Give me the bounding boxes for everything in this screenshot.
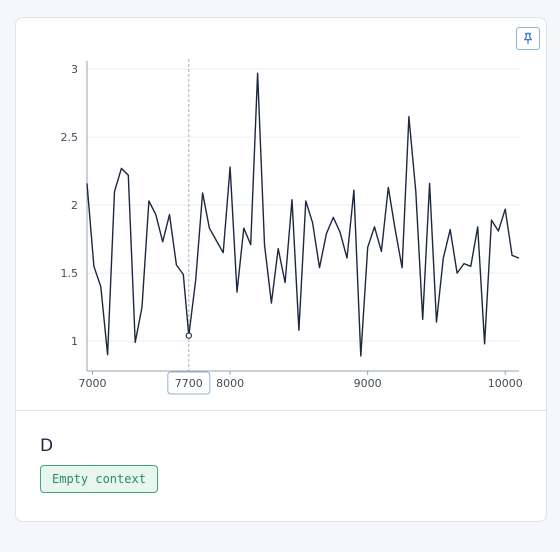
line-chart[interactable]: 1 1.5 2 2.5 3 7000 8000 9000 10000 7700: [16, 18, 546, 410]
chart-card: 1 1.5 2 2.5 3 7000 8000 9000 10000 7700 D Empty c…: [15, 17, 547, 522]
cursor-label: 7700: [175, 377, 203, 390]
pin-icon: [523, 32, 533, 44]
y-tick-label: 1.5: [61, 267, 79, 280]
y-tick-label: 2: [71, 199, 78, 212]
x-tick-label: 8000: [216, 377, 244, 390]
pin-button[interactable]: [516, 27, 540, 50]
context-badge: Empty context: [40, 465, 158, 493]
x-tick-label: 7000: [79, 377, 107, 390]
divider: [16, 410, 546, 411]
y-tick-label: 1: [71, 335, 78, 348]
y-tick-label: 2.5: [61, 131, 79, 144]
y-tick-label: 3: [71, 63, 78, 76]
x-tick-label: 9000: [354, 377, 382, 390]
x-tick-label: 10000: [488, 377, 523, 390]
cursor-point: [185, 332, 192, 339]
series-title: D: [40, 436, 54, 456]
series-line: [86, 72, 520, 357]
